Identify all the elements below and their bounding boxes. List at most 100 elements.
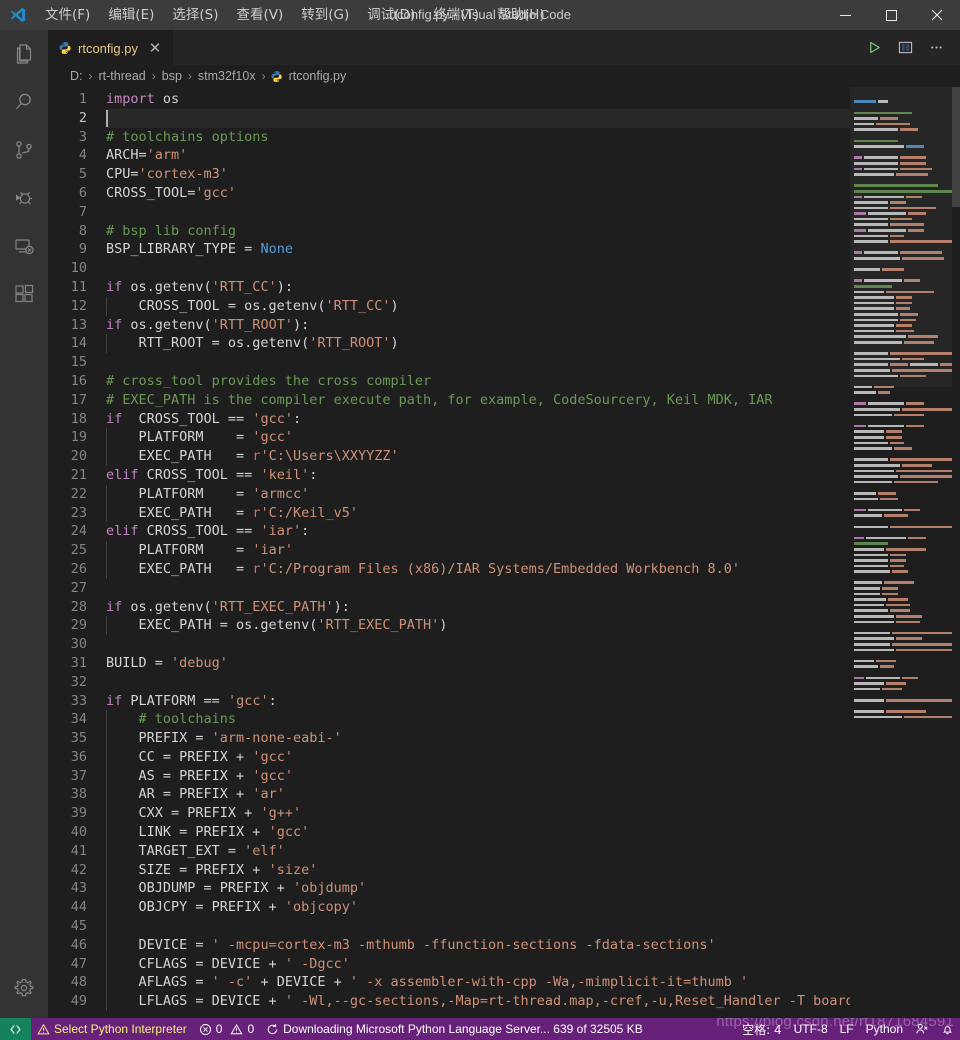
code-line[interactable]: elif CROSS_TOOL == 'iar': — [106, 522, 850, 541]
code-line[interactable]: PLATFORM = 'armcc' — [106, 484, 850, 504]
code-line[interactable]: TARGET_EXT = 'elf' — [106, 841, 850, 861]
code-line[interactable]: ​ — [106, 203, 850, 222]
menu-terminal[interactable]: 终端(T) — [424, 0, 488, 30]
menu-selection[interactable]: 选择(S) — [163, 0, 227, 30]
code-line[interactable]: if PLATFORM == 'gcc': — [106, 692, 850, 711]
menu-edit[interactable]: 编辑(E) — [99, 0, 163, 30]
encoding-status[interactable]: UTF-8 — [788, 1018, 834, 1040]
code-line[interactable]: CPU='cortex-m3' — [106, 165, 850, 184]
menu-view[interactable]: 查看(V) — [228, 0, 293, 30]
more-actions-button[interactable] — [922, 30, 950, 65]
code-line[interactable]: SIZE = PREFIX + 'size' — [106, 860, 850, 880]
code-line[interactable]: # cross_tool provides the cross compiler — [106, 372, 850, 391]
eol-status[interactable]: LF — [834, 1018, 860, 1040]
code-line[interactable]: ​ — [106, 917, 850, 936]
code-line[interactable]: if os.getenv('RTT_CC'): — [106, 278, 850, 297]
breadcrumb[interactable]: D: › rt-thread › bsp › stm32f10x › rtcon… — [48, 65, 960, 87]
remote-window-icon[interactable] — [0, 1018, 31, 1040]
menu-bar[interactable]: 文件(F) 编辑(E) 选择(S) 查看(V) 转到(G) 调试(D) 终端(T… — [36, 0, 554, 30]
code-line[interactable]: EXEC_PATH = r'C:/Keil_v5' — [106, 503, 850, 523]
code-line[interactable]: AFLAGS = ' -c' + DEVICE + ' -x assembler… — [106, 973, 850, 993]
code-line[interactable]: RTT_ROOT = os.getenv('RTT_ROOT') — [106, 334, 850, 354]
code-line[interactable]: import os — [106, 90, 850, 109]
sidebar-item-search[interactable] — [0, 78, 48, 126]
code-line[interactable]: ​ — [106, 259, 850, 278]
close-icon[interactable]: ✕ — [147, 41, 163, 56]
code-line[interactable]: if os.getenv('RTT_ROOT'): — [106, 316, 850, 335]
breadcrumb-item-0[interactable]: D: — [68, 69, 85, 83]
code-line[interactable]: CXX = PREFIX + 'g++' — [106, 804, 850, 824]
status-bar-right[interactable]: 空格: 4 UTF-8 LF Python — [736, 1018, 960, 1040]
breadcrumb-item-4[interactable]: rtconfig.py — [287, 69, 349, 83]
sidebar-item-extensions[interactable] — [0, 270, 48, 318]
code-line[interactable]: # toolchains — [106, 710, 850, 730]
code-text[interactable]: import os​# toolchains optionsARCH='arm'… — [106, 87, 850, 1012]
code-line[interactable]: LINK = PREFIX + 'gcc' — [106, 823, 850, 842]
menu-help[interactable]: 帮助(H) — [488, 0, 554, 30]
code-line[interactable]: AR = PREFIX + 'ar' — [106, 785, 850, 805]
code-line[interactable]: # toolchains options — [106, 128, 850, 147]
close-button[interactable] — [914, 0, 960, 30]
menu-file[interactable]: 文件(F) — [36, 0, 99, 30]
sidebar-item-remote-explorer[interactable] — [0, 222, 48, 270]
minimap[interactable] — [850, 87, 960, 1018]
tab-rtconfig-py[interactable]: rtconfig.py ✕ — [48, 30, 174, 65]
code-line[interactable]: CFLAGS = DEVICE + ' -Dgcc' — [106, 954, 850, 974]
menu-debug[interactable]: 调试(D) — [358, 0, 424, 30]
scrollbar-thumb[interactable] — [952, 87, 960, 207]
code-line[interactable]: DEVICE = ' -mcpu=cortex-m3 -mthumb -ffun… — [106, 935, 850, 955]
code-line[interactable]: if CROSS_TOOL == 'gcc': — [106, 410, 850, 429]
breadcrumb-item-3[interactable]: stm32f10x — [196, 69, 258, 83]
code-line[interactable]: CROSS_TOOL = os.getenv('RTT_CC') — [106, 296, 850, 316]
code-line[interactable]: EXEC_PATH = os.getenv('RTT_EXEC_PATH') — [106, 616, 850, 636]
editor-scrollbar[interactable] — [952, 87, 960, 1018]
language-server-progress[interactable]: Downloading Microsoft Python Language Se… — [260, 1018, 649, 1040]
code-line[interactable]: # bsp lib config — [106, 222, 850, 241]
window-controls[interactable] — [822, 0, 960, 30]
tab-bar[interactable]: rtconfig.py ✕ — [48, 30, 960, 65]
code-line[interactable]: elif CROSS_TOOL == 'keil': — [106, 466, 850, 485]
code-line[interactable]: # EXEC_PATH is the compiler execute path… — [106, 391, 850, 410]
code-line[interactable]: PREFIX = 'arm-none-eabi-' — [106, 729, 850, 748]
manage-settings-button[interactable] — [0, 964, 48, 1012]
code-editor[interactable]: 1 2 3 4 5 6 7 8 9 10 11 12 13 14 15 16 17 18 19 20 21 22 23 24 2… — [48, 87, 960, 1018]
split-editor-button[interactable] — [891, 30, 919, 65]
notifications-status[interactable] — [935, 1018, 960, 1040]
code-line[interactable]: CC = PREFIX + 'gcc' — [106, 747, 850, 767]
sidebar-item-explorer[interactable] — [0, 30, 48, 78]
breadcrumb-item-2[interactable]: bsp — [160, 69, 184, 83]
sidebar-item-source-control[interactable] — [0, 126, 48, 174]
code-line[interactable]: ​ — [106, 579, 850, 598]
activity-bar[interactable] — [0, 30, 48, 1018]
code-line[interactable]: ARCH='arm' — [106, 146, 850, 165]
language-mode-status[interactable]: Python — [860, 1018, 909, 1040]
code-line[interactable]: PLATFORM = 'gcc' — [106, 428, 850, 448]
editor-actions[interactable] — [860, 30, 960, 65]
status-bar[interactable]: Select Python Interpreter 0 0 Downloadin… — [0, 1018, 960, 1040]
code-line[interactable]: PLATFORM = 'iar' — [106, 541, 850, 560]
problems-errors-warnings[interactable]: 0 0 — [193, 1018, 260, 1040]
code-line[interactable]: CROSS_TOOL='gcc' — [106, 184, 850, 203]
code-line[interactable]: EXEC_PATH = r'C:\Users\XXYYZZ' — [106, 447, 850, 466]
code-line[interactable]: if os.getenv('RTT_EXEC_PATH'): — [106, 598, 850, 617]
code-content-wrapper[interactable]: import os​# toolchains optionsARCH='arm'… — [106, 87, 850, 1018]
code-line[interactable]: EXEC_PATH = r'C:/Program Files (x86)/IAR… — [106, 559, 850, 579]
menu-go[interactable]: 转到(G) — [292, 0, 358, 30]
code-line[interactable]: ​ — [106, 353, 850, 372]
run-python-file-button[interactable] — [860, 30, 888, 65]
code-line[interactable]: OBJDUMP = PREFIX + 'objdump' — [106, 879, 850, 899]
minimize-button[interactable] — [822, 0, 868, 30]
code-line[interactable]: ​ — [106, 108, 850, 128]
code-line[interactable]: BSP_LIBRARY_TYPE = None — [106, 240, 850, 259]
select-python-interpreter[interactable]: Select Python Interpreter — [31, 1018, 193, 1040]
maximize-button[interactable] — [868, 0, 914, 30]
code-line[interactable]: LFLAGS = DEVICE + ' -Wl,--gc-sections,-M… — [106, 992, 850, 1012]
breadcrumb-item-1[interactable]: rt-thread — [97, 69, 148, 83]
code-line[interactable]: AS = PREFIX + 'gcc' — [106, 766, 850, 786]
code-line[interactable]: ​ — [106, 635, 850, 654]
sidebar-item-run-and-debug[interactable] — [0, 174, 48, 222]
code-line[interactable]: ​ — [106, 673, 850, 692]
code-line[interactable]: BUILD = 'debug' — [106, 654, 850, 673]
indentation-status[interactable]: 空格: 4 — [736, 1018, 788, 1040]
code-line[interactable]: OBJCPY = PREFIX + 'objcopy' — [106, 898, 850, 918]
